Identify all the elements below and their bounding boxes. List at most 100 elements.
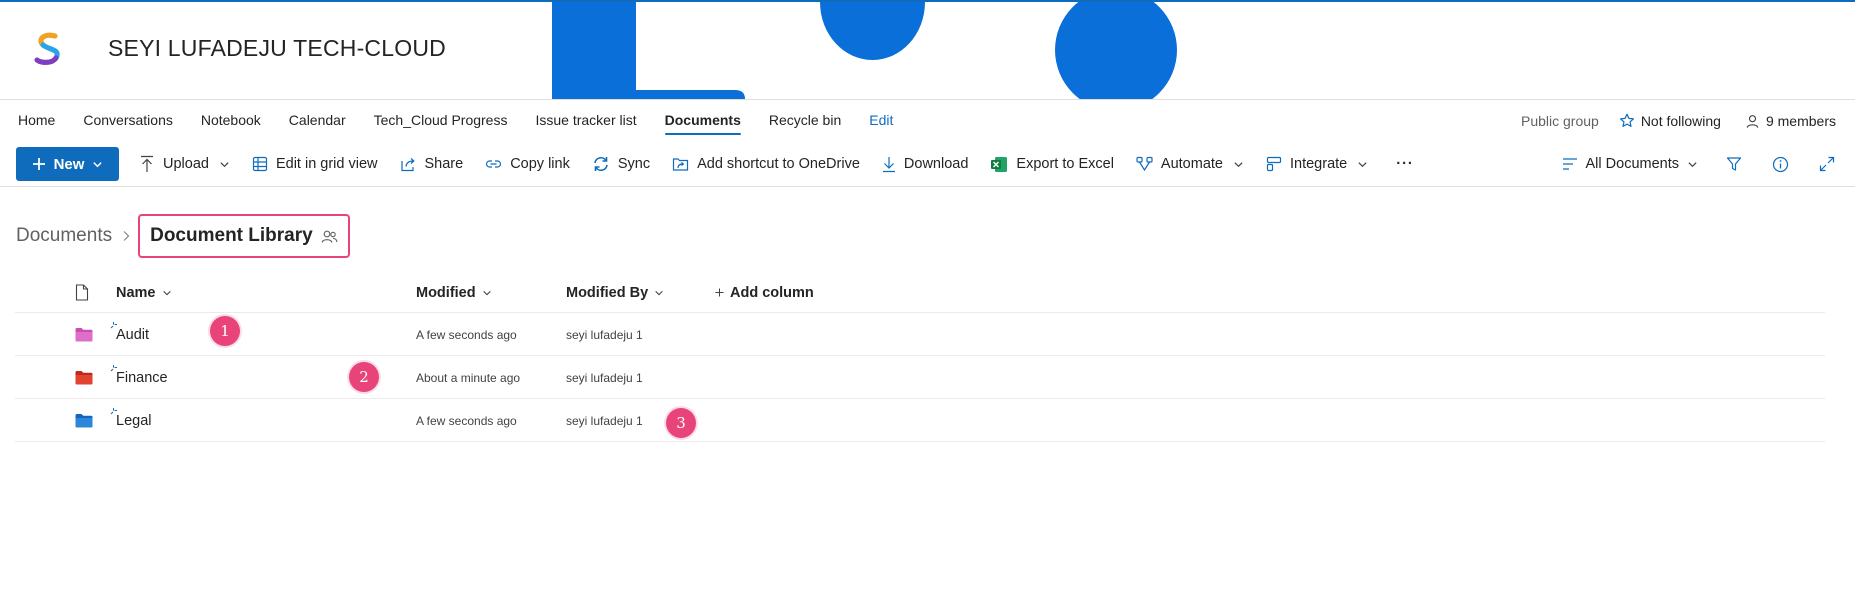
document-list: Name Modified Modified By Add column Aud… [15, 272, 1825, 442]
add-column-label: Add column [730, 284, 814, 301]
site-navigation: Home Conversations Notebook Calendar Tec… [0, 101, 907, 139]
file-name[interactable]: Audit [116, 313, 149, 356]
follow-button[interactable]: Not following [1619, 113, 1721, 129]
edit-grid-view-button[interactable]: Edit in grid view [252, 156, 378, 172]
name-column-header[interactable]: Name [116, 272, 172, 313]
share-icon [400, 158, 415, 172]
modified-column-label: Modified [416, 284, 476, 301]
modified-by-cell[interactable]: seyi lufadeju 1 [566, 313, 643, 356]
add-column-button[interactable]: Add column [715, 272, 814, 313]
integrate-label: Integrate [1290, 156, 1348, 172]
modified-by-cell[interactable]: seyi lufadeju 1 [566, 399, 643, 442]
nav-issue-tracker-list[interactable]: Issue tracker list [521, 101, 650, 139]
folder-icon [75, 313, 93, 356]
add-shortcut-button[interactable]: Add shortcut to OneDrive [672, 156, 860, 172]
info-button[interactable] [1772, 156, 1789, 173]
chevron-down-icon [482, 290, 491, 295]
sync-button[interactable]: Sync [592, 155, 650, 173]
file-icon [75, 284, 89, 301]
view-selector[interactable]: All Documents [1562, 156, 1698, 172]
site-header: SEYI LUFADEJU TECH-CLOUD [0, 2, 1855, 99]
file-name[interactable]: Finance [116, 356, 168, 399]
more-commands-button[interactable]: ··· [1396, 156, 1414, 172]
new-label: New [53, 155, 85, 173]
expand-icon [1819, 156, 1835, 172]
modified-column-header[interactable]: Modified [416, 272, 492, 313]
command-bar: New Upload Edit in grid view Share Copy … [0, 143, 1855, 187]
file-name[interactable]: Legal [116, 399, 151, 442]
table-row[interactable]: Audit A few seconds ago seyi lufadeju 1 [15, 313, 1825, 356]
breadcrumb-documents[interactable]: Documents [16, 225, 112, 247]
folder-icon [75, 399, 93, 442]
step-marker-1: 1 [210, 316, 240, 346]
new-button[interactable]: New [16, 147, 119, 181]
download-button[interactable]: Download [882, 156, 968, 173]
nav-recycle-bin[interactable]: Recycle bin [755, 101, 855, 139]
name-column-label: Name [116, 284, 156, 301]
automate-icon [1136, 156, 1153, 172]
view-label: All Documents [1585, 156, 1679, 172]
export-excel-label: Export to Excel [1016, 156, 1114, 172]
automate-label: Automate [1160, 156, 1223, 172]
modified-by-column-header[interactable]: Modified By [566, 272, 664, 313]
nav-home[interactable]: Home [0, 101, 69, 139]
chevron-down-icon [220, 161, 229, 167]
modified-cell: About a minute ago [416, 370, 521, 385]
modified-by-cell[interactable]: seyi lufadeju 1 [566, 356, 643, 399]
automate-button[interactable]: Automate [1136, 156, 1244, 172]
modified-cell: A few seconds ago [416, 413, 517, 428]
members-icon [321, 230, 338, 243]
export-to-excel-button[interactable]: Export to Excel [990, 156, 1114, 173]
nav-tech-cloud-progress[interactable]: Tech_Cloud Progress [360, 101, 522, 139]
share-button[interactable]: Share [400, 156, 464, 172]
folder-icon [75, 356, 93, 399]
site-logo[interactable] [17, 18, 79, 80]
nav-documents[interactable]: Documents [651, 101, 755, 139]
copy-link-button[interactable]: Copy link [485, 156, 570, 172]
file-type-column-header[interactable] [75, 272, 89, 313]
filter-icon [1726, 157, 1742, 171]
table-row[interactable]: Legal A few seconds ago seyi lufadeju 1 [15, 399, 1825, 442]
chevron-right-icon [123, 231, 130, 241]
edit-grid-label: Edit in grid view [275, 156, 378, 172]
plus-icon [715, 288, 724, 297]
info-icon [1772, 156, 1789, 172]
more-icon: ··· [1396, 156, 1414, 172]
nav-notebook[interactable]: Notebook [187, 101, 275, 139]
upload-button[interactable]: Upload [139, 155, 230, 173]
integrate-button[interactable]: Integrate [1266, 156, 1368, 172]
breadcrumb-document-library[interactable]: Document Library [138, 214, 350, 258]
chevron-down-icon [1358, 161, 1367, 167]
filter-button[interactable] [1726, 156, 1742, 172]
link-icon [486, 160, 502, 168]
grid-icon [252, 156, 268, 172]
add-shortcut-label: Add shortcut to OneDrive [697, 156, 860, 172]
integrate-icon [1266, 156, 1282, 172]
follow-label: Not following [1640, 113, 1721, 129]
modified-cell: A few seconds ago [416, 327, 517, 342]
group-info: Public group Not following 9 members [1521, 101, 1855, 141]
share-label: Share [424, 156, 464, 172]
chevron-down-icon [93, 161, 103, 167]
step-marker-3: 3 [666, 408, 696, 438]
upload-label: Upload [163, 156, 209, 172]
upload-icon [141, 155, 153, 172]
public-group-label: Public group [1520, 113, 1599, 129]
step-marker-2: 2 [349, 362, 379, 392]
breadcrumb-current-label: Document Library [150, 225, 313, 246]
site-title[interactable]: SEYI LUFADEJU TECH-CLOUD [108, 35, 446, 62]
view-list-icon [1562, 158, 1577, 170]
site-logo-icon [34, 32, 60, 65]
nav-conversations[interactable]: Conversations [69, 101, 187, 139]
person-icon [1746, 114, 1759, 128]
breadcrumb: Documents Document Library [16, 214, 350, 258]
expand-button[interactable] [1819, 156, 1835, 172]
nav-calendar[interactable]: Calendar [275, 101, 360, 139]
plus-icon [32, 158, 45, 170]
star-icon [1619, 113, 1634, 127]
table-row[interactable]: Finance About a minute ago seyi lufadeju… [15, 356, 1825, 399]
nav-edit-link[interactable]: Edit [855, 101, 907, 139]
chevron-down-icon [1234, 161, 1243, 167]
members-button[interactable]: 9 members [1745, 113, 1836, 129]
header-divider [0, 99, 1855, 100]
